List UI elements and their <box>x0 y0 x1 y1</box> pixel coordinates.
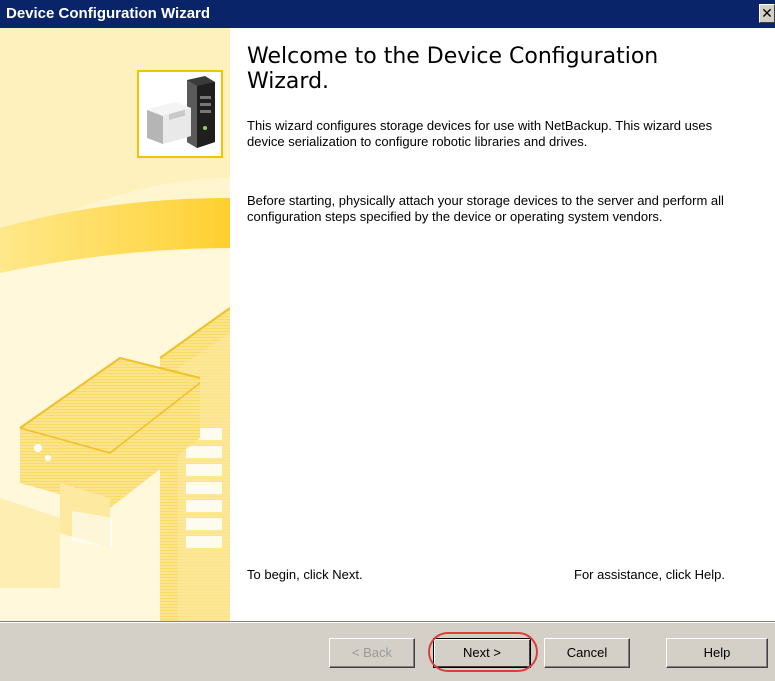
begin-hint: To begin, click Next. <box>247 567 363 582</box>
page-title: Welcome to the Device Configuration Wiza… <box>247 44 659 94</box>
wizard-content: Welcome to the Device Configuration Wiza… <box>247 28 767 621</box>
wizard-window: Device Configuration Wizard ✕ Welcome to… <box>0 0 775 681</box>
close-icon[interactable]: ✕ <box>759 4 775 23</box>
help-button[interactable]: Help <box>666 638 768 668</box>
next-button[interactable]: Next > <box>433 638 531 668</box>
prerequisite-paragraph: Before starting, physically attach your … <box>247 193 724 224</box>
back-button[interactable]: < Back <box>329 638 415 668</box>
help-hint: For assistance, click Help. <box>574 567 725 582</box>
intro-paragraph: This wizard configures storage devices f… <box>247 118 713 149</box>
title-bar[interactable]: Device Configuration Wizard ✕ <box>0 0 775 28</box>
window-title: Device Configuration Wizard <box>6 5 211 22</box>
wizard-side-panel <box>0 28 230 621</box>
server-storage-icon <box>137 70 223 158</box>
button-bar: < Back Next > Cancel Help <box>0 621 775 681</box>
cancel-button[interactable]: Cancel <box>544 638 630 668</box>
